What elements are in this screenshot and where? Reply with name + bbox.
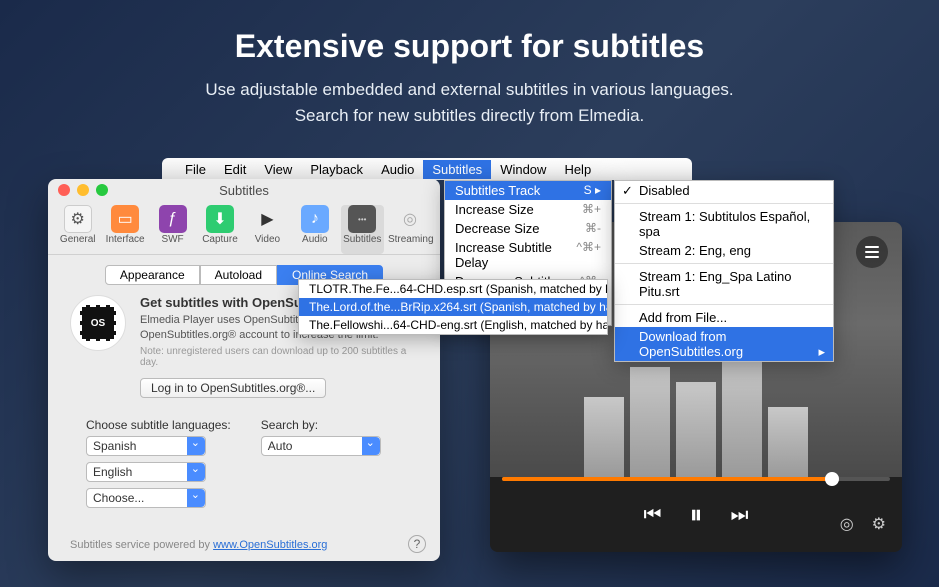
preferences-window: Subtitles ⚙General ▭Interface ƒSWF ⬇Capt…	[48, 179, 440, 561]
settings-icon[interactable]: ⚙	[872, 514, 886, 534]
menu-view[interactable]: View	[255, 160, 301, 179]
minimize-button[interactable]	[77, 184, 89, 196]
tab-general[interactable]: ⚙General	[56, 205, 99, 254]
search-by-select[interactable]: Auto	[261, 436, 381, 456]
lang-select-3[interactable]: Choose...	[86, 488, 206, 508]
search-label: Search by:	[261, 418, 381, 432]
playlist-icon[interactable]	[856, 236, 888, 268]
help-button[interactable]: ?	[408, 535, 426, 553]
mi-disabled[interactable]: Disabled	[615, 181, 833, 200]
progress-bar[interactable]	[502, 477, 890, 481]
mi-stream3[interactable]: Stream 1: Eng_Spa Latino Pitu.srt	[615, 267, 833, 301]
result-item[interactable]: The.Lord.of.the...BrRip.x264.srt (Spanis…	[299, 298, 607, 316]
mi-stream2[interactable]: Stream 2: Eng, eng	[615, 241, 833, 260]
menu-window[interactable]: Window	[491, 160, 555, 179]
menu-playback[interactable]: Playback	[301, 160, 372, 179]
opensubtitles-logo: OS	[70, 295, 126, 351]
subtab-appearance[interactable]: Appearance	[105, 265, 200, 285]
tab-streaming[interactable]: ◎Streaming	[388, 205, 432, 254]
prev-button[interactable]: ⏮	[643, 504, 661, 527]
app-menubar: File Edit View Playback Audio Subtitles …	[162, 158, 692, 180]
player-controls: ⏮ ⏸ ⏭ ◎ ⚙	[490, 477, 902, 552]
lang-select-1[interactable]: Spanish	[86, 436, 206, 456]
menu-file[interactable]: File	[176, 160, 215, 179]
lang-select-2[interactable]: English	[86, 462, 206, 482]
footer-text: Subtitles service powered by www.OpenSub…	[70, 539, 327, 551]
mi-stream1[interactable]: Stream 1: Subtitulos Español, spa	[615, 207, 833, 241]
menu-audio[interactable]: Audio	[372, 160, 423, 179]
tab-interface[interactable]: ▭Interface	[103, 205, 146, 254]
subtab-autoload[interactable]: Autoload	[200, 265, 277, 285]
menu-edit[interactable]: Edit	[215, 160, 255, 179]
tab-capture[interactable]: ⬇Capture	[198, 205, 241, 254]
subtitle-results-popup: TLOTR.The.Fe...64-CHD.esp.srt (Spanish, …	[298, 279, 608, 335]
tab-swf[interactable]: ƒSWF	[151, 205, 194, 254]
mi-download-opensubtitles[interactable]: Download from OpenSubtitles.org	[615, 327, 833, 361]
menu-subtitles[interactable]: Subtitles	[423, 160, 491, 179]
login-button[interactable]: Log in to OpenSubtitles.org®...	[140, 378, 326, 398]
mi-add-from-file[interactable]: Add from File...	[615, 308, 833, 327]
mi-increase-size[interactable]: Increase Size⌘+	[445, 200, 611, 219]
mi-decrease-size[interactable]: Decrease Size⌘-	[445, 219, 611, 238]
airplay-icon[interactable]: ◎	[840, 514, 854, 534]
result-item[interactable]: The.Fellowshi...64-CHD-eng.srt (English,…	[299, 316, 607, 334]
tab-video[interactable]: ▶Video	[246, 205, 289, 254]
mi-subtitles-track[interactable]: Subtitles TrackS ▸	[445, 181, 611, 200]
menu-help[interactable]: Help	[555, 160, 600, 179]
tab-subtitles[interactable]: •••Subtitles	[341, 205, 384, 254]
lang-label: Choose subtitle languages:	[86, 418, 231, 432]
close-button[interactable]	[58, 184, 70, 196]
pause-button[interactable]: ⏸	[689, 499, 702, 531]
next-button[interactable]: ⏭	[731, 504, 749, 527]
hero-title: Extensive support for subtitles	[0, 0, 939, 65]
mi-increase-delay[interactable]: Increase Subtitle Delay^⌘+	[445, 238, 611, 272]
result-item[interactable]: TLOTR.The.Fe...64-CHD.esp.srt (Spanish, …	[299, 280, 607, 298]
zoom-button[interactable]	[96, 184, 108, 196]
pref-toolbar: ⚙General ▭Interface ƒSWF ⬇Capture ▶Video…	[48, 201, 440, 255]
os-note: Note: unregistered users can download up…	[140, 346, 418, 368]
footer-link[interactable]: www.OpenSubtitles.org	[213, 539, 327, 551]
subtitles-track-submenu: Disabled Stream 1: Subtitulos Español, s…	[614, 180, 834, 362]
hero-subtitle: Use adjustable embedded and external sub…	[0, 65, 939, 128]
tab-audio[interactable]: ♪Audio	[293, 205, 336, 254]
